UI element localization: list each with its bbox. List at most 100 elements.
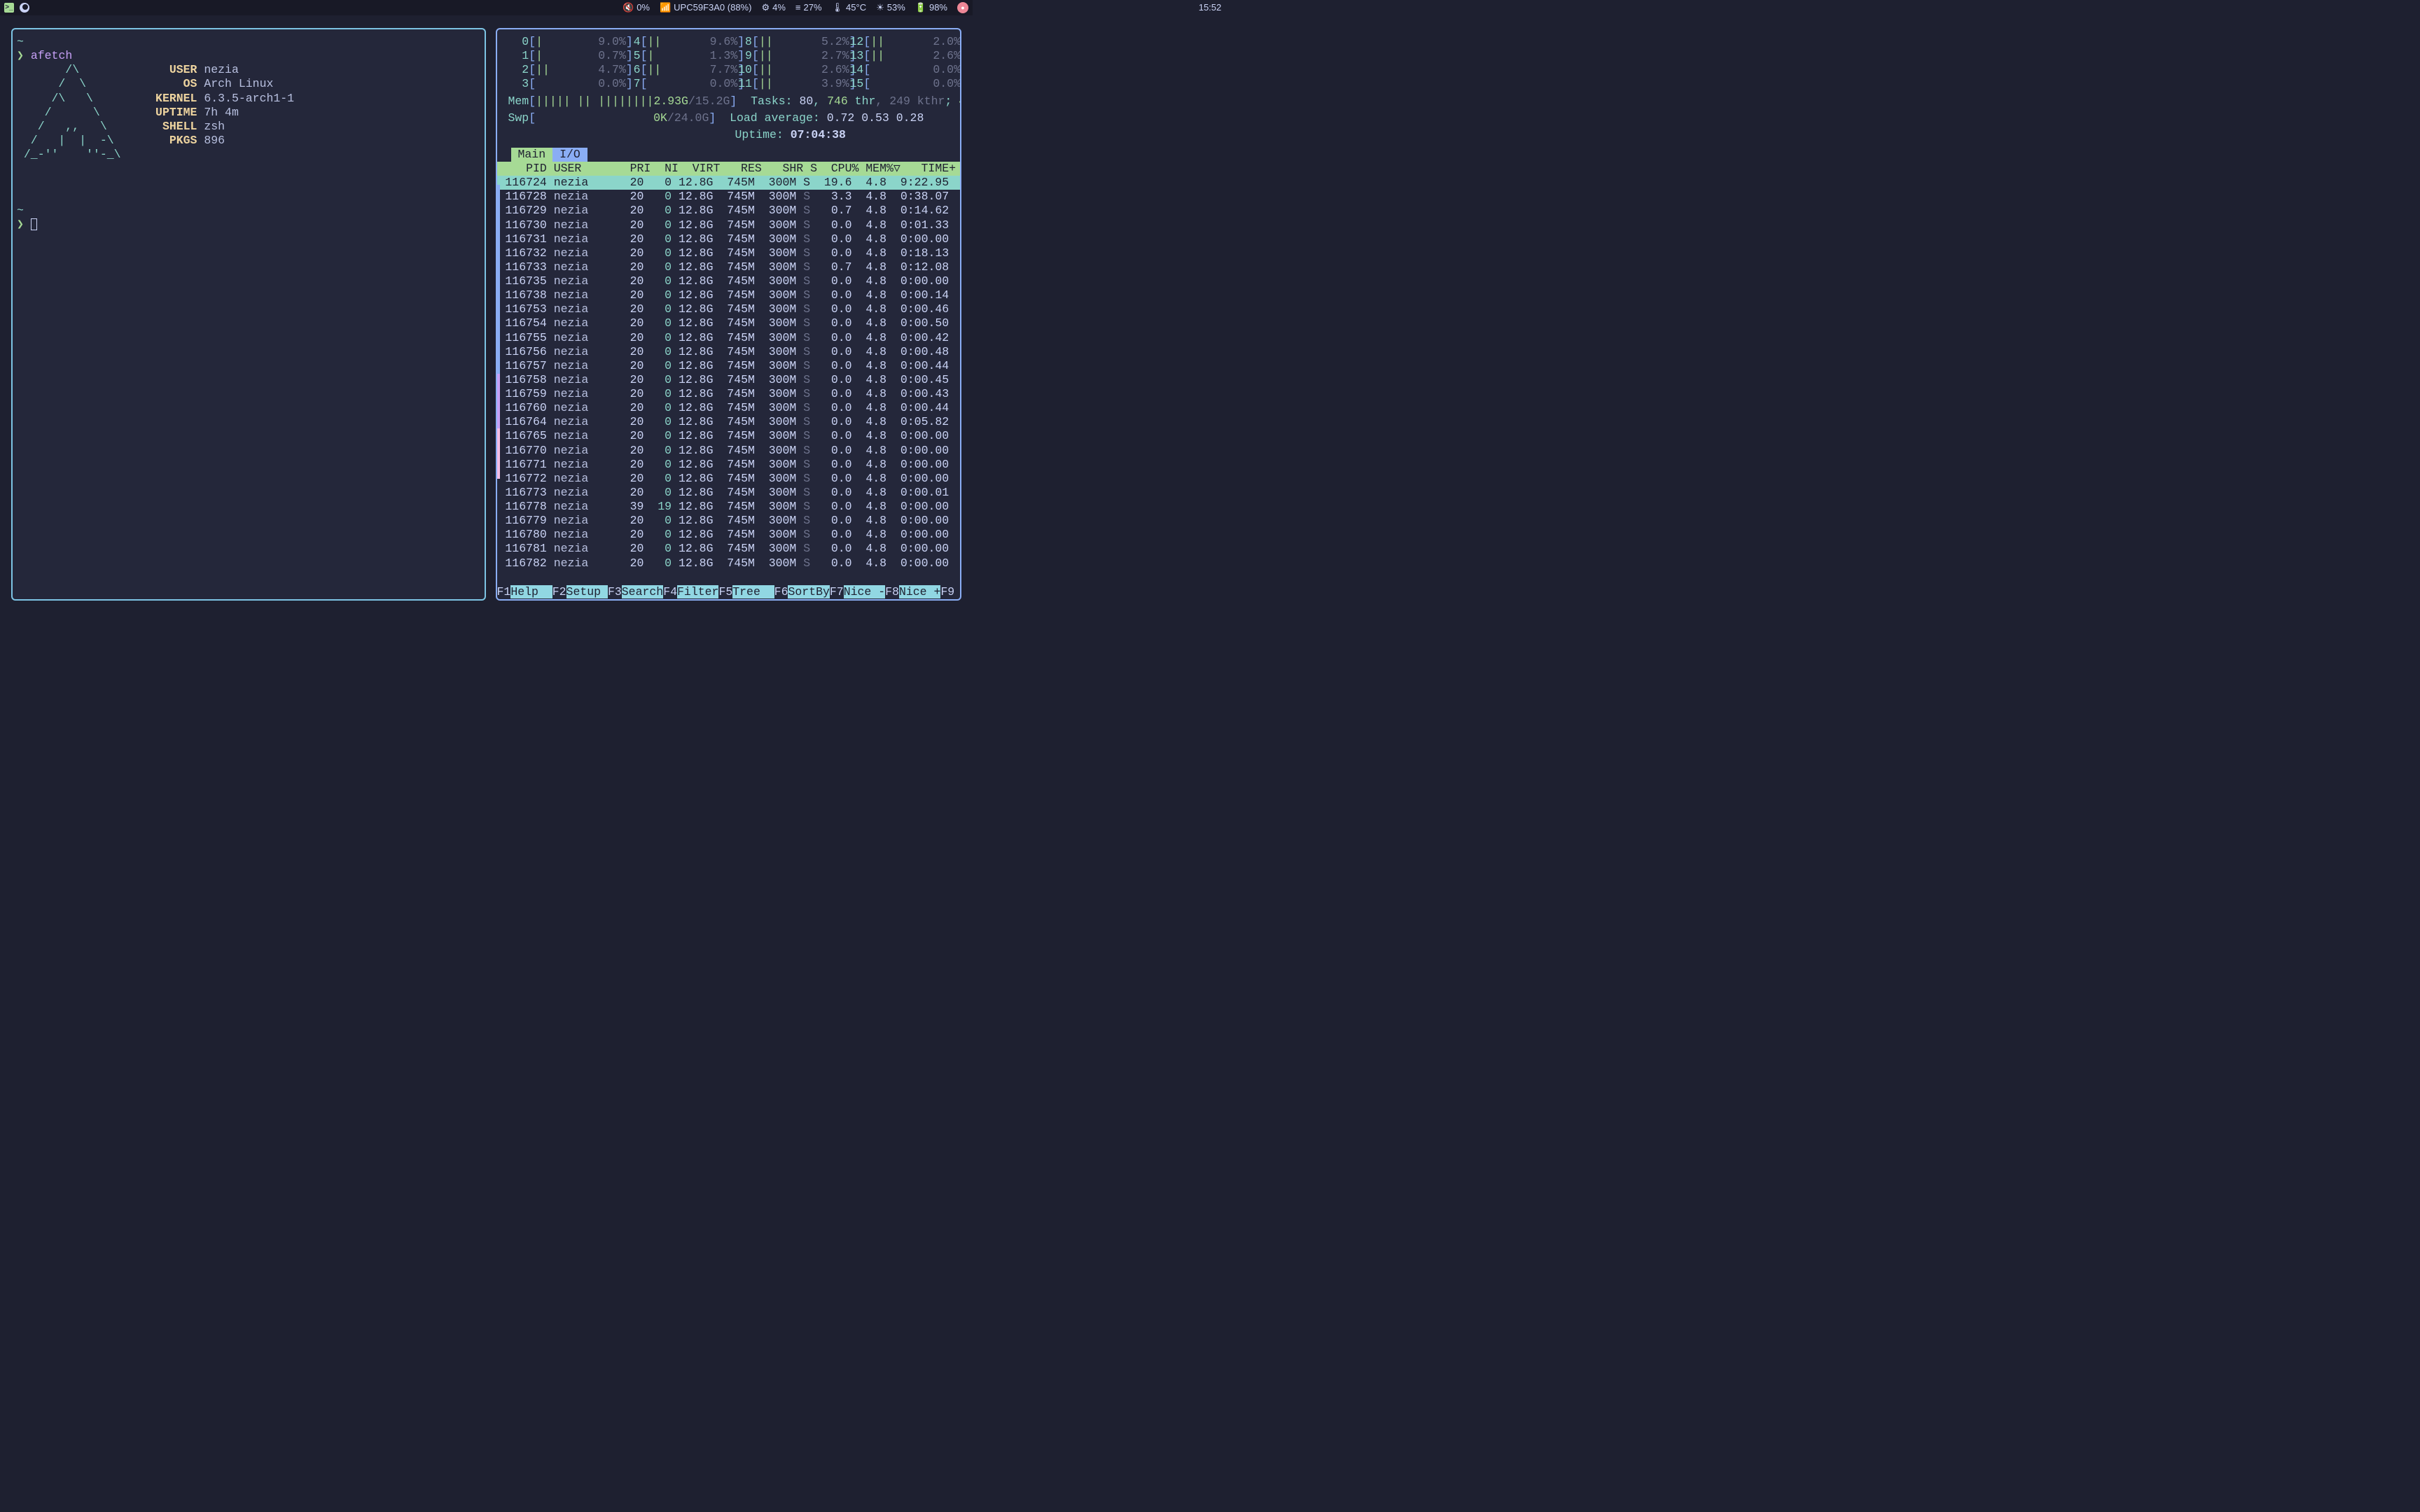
fkey-label[interactable]: Nice + (899, 585, 940, 598)
function-key-bar: F1Help F2Setup F3SearchF4FilterF5Tree F6… (497, 585, 961, 599)
terminal-pane-right[interactable]: 0[| 9.0%] 4[|| 9.6%] 8[|| 5.2%] 12[|| 2.… (496, 28, 962, 601)
battery-value: 98% (929, 2, 947, 13)
volume-value: 0% (637, 2, 650, 13)
prompt-symbol: ❯ (17, 49, 24, 62)
fkey[interactable]: F6 (774, 585, 788, 598)
load-values: 0.72 0.53 0.28 (827, 111, 924, 125)
process-row[interactable]: 116773 nezia 20 0 12.8G 745M 300M S 0.0 … (497, 486, 961, 500)
cpu-meter: 6[|| 7.7%] (620, 63, 731, 77)
process-row[interactable]: 116778 nezia 39 19 12.8G 745M 300M S 0.0… (497, 500, 961, 514)
fkey[interactable]: F4 (663, 585, 677, 598)
fkey-label[interactable]: Filter (677, 585, 718, 598)
process-row[interactable]: 116772 nezia 20 0 12.8G 745M 300M S 0.0 … (497, 472, 961, 486)
cpu-meter: 14[ 0.0%] (843, 63, 954, 77)
cpu-meter: 12[|| 2.0%] (843, 35, 954, 49)
fkey[interactable]: F9 (940, 585, 954, 598)
tasks-label: Tasks: (751, 94, 792, 108)
ascii-art-line: /\ (17, 63, 141, 76)
tab-main[interactable]: Main (511, 148, 553, 162)
fkey[interactable]: F3 (608, 585, 622, 598)
load-label: Load average: (730, 111, 820, 125)
process-row[interactable]: 116759 nezia 20 0 12.8G 745M 300M S 0.0 … (497, 387, 961, 401)
process-list[interactable]: 116724 nezia 20 0 12.8G 745M 300M S 19.6… (497, 176, 961, 568)
sysinfo-value: 6.3.5-arch1-1 (197, 92, 294, 105)
prompt-line[interactable]: ❯ (17, 218, 480, 232)
fkey[interactable]: F7 (830, 585, 844, 598)
process-row[interactable]: 116771 nezia 20 0 12.8G 745M 300M S 0.0 … (497, 458, 961, 472)
discord-tray-icon[interactable]: ● (957, 2, 968, 13)
uptime-row: Uptime: 07:04:38 (497, 128, 961, 145)
process-row[interactable]: 116758 nezia 20 0 12.8G 745M 300M S 0.0 … (497, 373, 961, 387)
process-row[interactable]: 116738 nezia 20 0 12.8G 745M 300M S 0.0 … (497, 288, 961, 302)
process-row[interactable]: 116756 nezia 20 0 12.8G 745M 300M S 0.0 … (497, 345, 961, 359)
cpu-meter: 13[|| 2.6%] (843, 49, 954, 63)
entered-command: afetch (31, 49, 72, 62)
sysinfo-value: nezia (197, 63, 238, 76)
process-row[interactable]: 116757 nezia 20 0 12.8G 745M 300M S 0.0 … (497, 359, 961, 373)
process-header[interactable]: PID USER PRI NI VIRT RES SHR S CPU% MEM%… (497, 162, 961, 176)
process-row[interactable]: 116779 nezia 20 0 12.8G 745M 300M S 0.0 … (497, 514, 961, 528)
process-row[interactable]: 116782 nezia 20 0 12.8G 745M 300M S 0.0 … (497, 556, 961, 568)
fkey-label[interactable]: Search (622, 585, 663, 598)
fkey[interactable]: F8 (885, 585, 899, 598)
fkey-label[interactable]: SortBy (788, 585, 829, 598)
wifi-value: UPC59F3A0 (88%) (674, 2, 751, 13)
process-row[interactable]: 116760 nezia 20 0 12.8G 745M 300M S 0.0 … (497, 401, 961, 415)
cpu-meter: 5[| 1.3%] (620, 49, 731, 63)
process-row[interactable]: 116728 nezia 20 0 12.8G 745M 300M S 3.3 … (497, 190, 961, 204)
process-row[interactable]: 116729 nezia 20 0 12.8G 745M 300M S 0.7 … (497, 204, 961, 218)
battery-indicator[interactable]: 🔋 98% (915, 2, 947, 13)
temperature-indicator[interactable]: 🌡 45°C (832, 2, 867, 13)
terminal-pane-left[interactable]: ~ ❯ afetch /\ USER nezia / \ OS Arch Lin… (11, 28, 486, 601)
ascii-art-line: /_-'' ''-_\ (17, 148, 141, 161)
ascii-art-line: /\ \ (17, 92, 141, 105)
htop-tabs: MainI/O (497, 148, 961, 162)
fkey-label[interactable]: Nice - (844, 585, 885, 598)
process-row[interactable]: 116753 nezia 20 0 12.8G 745M 300M S 0.0 … (497, 302, 961, 316)
fkey[interactable]: F2 (552, 585, 566, 598)
brightness-value: 53% (887, 2, 905, 13)
fkey[interactable]: F1 (497, 585, 511, 598)
process-row[interactable]: 116781 nezia 20 0 12.8G 745M 300M S 0.0 … (497, 542, 961, 556)
process-row[interactable]: 116732 nezia 20 0 12.8G 745M 300M S 0.0 … (497, 246, 961, 260)
fkey[interactable]: F5 (718, 585, 732, 598)
fkey-label[interactable]: Help (510, 585, 552, 598)
sysinfo-value: Arch Linux (197, 77, 273, 90)
cursor (31, 218, 37, 230)
process-row[interactable]: 116735 nezia 20 0 12.8G 745M 300M S 0.0 … (497, 274, 961, 288)
process-row[interactable]: 116724 nezia 20 0 12.8G 745M 300M S 19.6… (497, 176, 961, 190)
process-row[interactable]: 116770 nezia 20 0 12.8G 745M 300M S 0.0 … (497, 444, 961, 458)
memory-row: Mem[||||| || ||||||||2.93G/15.2G] Tasks:… (497, 94, 961, 111)
process-row[interactable]: 116730 nezia 20 0 12.8G 745M 300M S 0.0 … (497, 218, 961, 232)
process-row[interactable]: 116755 nezia 20 0 12.8G 745M 300M S 0.0 … (497, 331, 961, 345)
prompt-symbol: ❯ (17, 218, 24, 231)
process-row[interactable]: 116733 nezia 20 0 12.8G 745M 300M S 0.7 … (497, 260, 961, 274)
memory-indicator[interactable]: ≡ 27% (795, 2, 822, 13)
volume-indicator[interactable]: 🔇 0% (623, 2, 650, 13)
scrollbar[interactable] (497, 185, 500, 601)
sysinfo-value: 7h 4m (197, 106, 238, 119)
temp-value: 45°C (846, 2, 866, 13)
process-row[interactable]: 116765 nezia 20 0 12.8G 745M 300M S 0.0 … (497, 429, 961, 443)
cpu-meter: 10[|| 2.6%] (731, 63, 842, 77)
sysinfo-value: 896 (197, 134, 225, 147)
cwd-tilde: ~ (17, 35, 24, 48)
cpu-meter: 0[| 9.0%] (508, 35, 620, 49)
gear-indicator[interactable]: ⚙ 4% (761, 2, 785, 13)
sysinfo-label: SHELL (141, 120, 197, 133)
swap-row: Swp[0K/24.0G] Load average: 0.72 0.53 0.… (497, 111, 961, 128)
process-row[interactable]: 116780 nezia 20 0 12.8G 745M 300M S 0.0 … (497, 528, 961, 542)
process-row[interactable]: 116754 nezia 20 0 12.8G 745M 300M S 0.0 … (497, 316, 961, 330)
ascii-art-line: / \ (17, 106, 141, 119)
fkey-label[interactable]: Tree (732, 585, 774, 598)
cpu-meter: 8[|| 5.2%] (731, 35, 842, 49)
wifi-indicator[interactable]: 📶 UPC59F3A0 (88%) (660, 2, 751, 13)
brightness-indicator[interactable]: ☀ 53% (876, 2, 905, 13)
process-row[interactable]: 116731 nezia 20 0 12.8G 745M 300M S 0.0 … (497, 232, 961, 246)
fkey-label[interactable]: Setup (566, 585, 608, 598)
app-icon[interactable] (20, 3, 29, 13)
clock: 15:52 (1199, 2, 1222, 13)
terminal-app-icon[interactable]: >_ (4, 3, 14, 13)
process-row[interactable]: 116764 nezia 20 0 12.8G 745M 300M S 0.0 … (497, 415, 961, 429)
tab-io[interactable]: I/O (552, 148, 587, 162)
